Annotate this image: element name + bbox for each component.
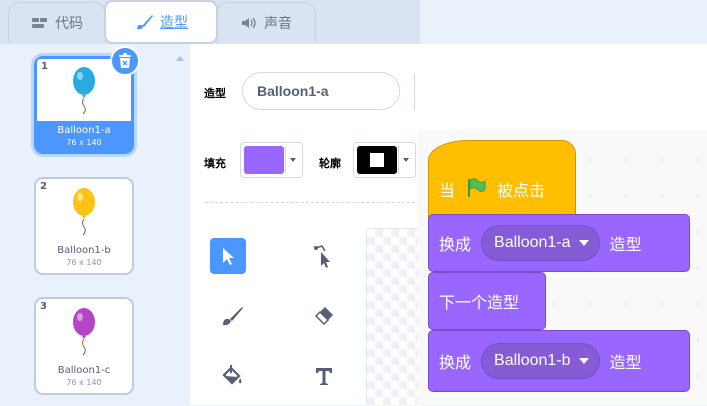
scroll-up-arrow[interactable] <box>176 56 184 61</box>
hat-prefix: 当 <box>439 181 456 200</box>
divider <box>205 202 420 203</box>
costume-number: 1 <box>41 61 48 72</box>
costume-thumbnail <box>39 182 129 240</box>
code-icon <box>31 16 49 30</box>
eraser-tool[interactable] <box>306 298 342 334</box>
costume-thumbnail <box>39 302 129 360</box>
text-icon <box>316 368 332 385</box>
costume-name-input[interactable]: Balloon1-a <box>242 72 400 110</box>
outline-swatch <box>357 146 397 174</box>
costume-name: Balloon1-a <box>57 125 111 136</box>
costume-name: Balloon1-c <box>57 365 111 376</box>
green-flag-icon <box>465 177 487 199</box>
divider <box>285 146 286 174</box>
block-suffix: 造型 <box>609 235 642 254</box>
brush-tool[interactable] <box>214 298 250 334</box>
trash-icon <box>119 53 131 68</box>
speaker-icon <box>240 16 258 30</box>
balloon-yellow-icon <box>73 188 95 235</box>
chevron-down-icon <box>403 158 409 162</box>
tab-costumes-label: 造型 <box>160 15 188 31</box>
tab-code-label: 代码 <box>55 15 83 32</box>
costume-list-scrollbar[interactable] <box>172 44 190 405</box>
costume-size: 76 x 140 <box>66 258 102 267</box>
switch-costume-block[interactable]: 换成 Balloon1-b 造型 <box>428 330 690 392</box>
tab-sounds[interactable]: 声音 <box>216 2 316 42</box>
costume-dropdown-value: Balloon1-b <box>494 352 571 369</box>
tab-bar: 代码 声音 造型 <box>0 0 420 44</box>
dropdown-arrow-icon <box>578 240 589 246</box>
costume-item-3[interactable]: 3 Balloon1-c 76 x 140 <box>34 297 134 395</box>
outline-color-picker[interactable] <box>353 142 416 178</box>
eraser-icon <box>314 307 333 326</box>
fill-tool[interactable] <box>214 358 250 394</box>
fill-swatch <box>244 146 284 174</box>
costume-name: Balloon1-b <box>57 245 111 256</box>
divider <box>414 74 415 110</box>
hat-suffix: 被点击 <box>497 181 546 200</box>
costume-name-label: 造型 <box>204 87 226 100</box>
brush-icon <box>134 13 154 31</box>
divider <box>398 146 399 174</box>
brush-icon <box>223 307 243 326</box>
costume-dropdown[interactable]: Balloon1-b <box>481 343 600 379</box>
tab-sounds-label: 声音 <box>264 15 292 32</box>
select-tool[interactable] <box>210 238 246 274</box>
arrow-cursor-icon <box>223 248 234 265</box>
text-tool[interactable] <box>306 358 342 394</box>
next-costume-block[interactable]: 下一个造型 <box>428 272 546 330</box>
balloon-blue-icon <box>73 67 95 114</box>
outline-label: 轮廓 <box>319 157 341 170</box>
block-prefix: 换成 <box>439 353 472 372</box>
balloon-purple-icon <box>73 308 95 355</box>
block-prefix: 换成 <box>439 235 472 254</box>
costume-size: 76 x 140 <box>66 138 102 147</box>
tab-code[interactable]: 代码 <box>8 2 106 42</box>
costume-item-2[interactable]: 2 Balloon1-b 76 x 140 <box>34 177 134 275</box>
reshape-tool[interactable] <box>306 238 342 274</box>
delete-costume-button[interactable] <box>110 46 140 76</box>
fill-label: 填充 <box>204 157 226 170</box>
fill-color-picker[interactable] <box>240 142 303 178</box>
tab-costumes[interactable]: 造型 <box>104 0 218 44</box>
reshape-icon <box>314 245 330 268</box>
block-label: 下一个造型 <box>439 293 520 312</box>
dropdown-arrow-icon <box>578 358 589 364</box>
costume-dropdown-value: Balloon1-a <box>494 234 571 251</box>
costume-dropdown[interactable]: Balloon1-a <box>481 225 600 261</box>
paint-bucket-icon <box>222 365 242 385</box>
costume-size: 76 x 140 <box>66 378 102 387</box>
switch-costume-block[interactable]: 换成 Balloon1-a 造型 <box>428 214 690 272</box>
block-suffix: 造型 <box>609 353 642 372</box>
chevron-down-icon <box>290 158 296 162</box>
